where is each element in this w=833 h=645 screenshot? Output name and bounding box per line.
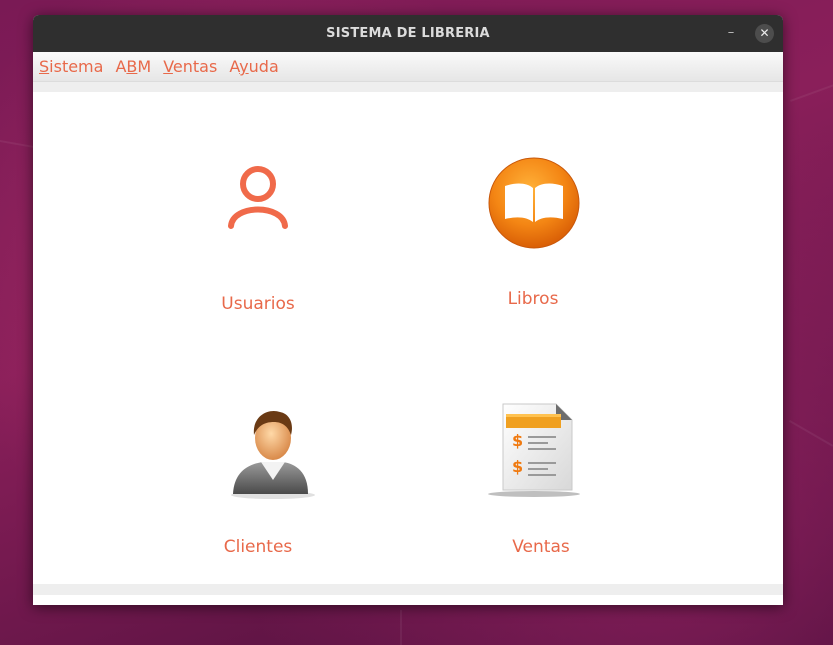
title-bar[interactable]: SISTEMA DE LIBRERIA – ✕ — [33, 15, 783, 52]
toolbar-spacer — [33, 82, 783, 92]
ventas-label: Ventas — [512, 537, 570, 557]
menu-bar: Sistema ABM Ventas Ayuda — [33, 52, 783, 82]
ventas-button[interactable]: $ $ Ventas — [481, 402, 601, 572]
invoice-icon: $ $ — [486, 402, 582, 498]
usuarios-button[interactable]: Usuarios — [193, 162, 323, 337]
menu-abm[interactable]: ABM — [115, 57, 151, 76]
menu-ventas[interactable]: Ventas — [163, 57, 217, 76]
menu-sistema[interactable]: Sistema — [39, 57, 103, 76]
person-avatar-icon — [228, 402, 318, 502]
user-outline-icon — [224, 162, 294, 237]
svg-text:$: $ — [512, 457, 523, 476]
app-window: SISTEMA DE LIBRERIA – ✕ Sistema ABM Vent… — [33, 15, 783, 605]
book-icon — [487, 156, 581, 250]
main-panel: Usuarios Libros Clientes $ $ Ventas — [33, 92, 783, 595]
usuarios-label: Usuarios — [221, 294, 295, 314]
window-title: SISTEMA DE LIBRERIA — [326, 26, 490, 41]
svg-text:$: $ — [512, 431, 523, 450]
minimize-button[interactable]: – — [723, 25, 739, 41]
libros-button[interactable]: Libros — [473, 156, 593, 331]
close-button[interactable]: ✕ — [755, 24, 774, 43]
clientes-button[interactable]: Clientes — [193, 402, 323, 572]
clientes-label: Clientes — [223, 537, 293, 557]
status-strip — [33, 584, 783, 595]
libros-label: Libros — [507, 289, 559, 309]
menu-ayuda[interactable]: Ayuda — [229, 57, 278, 76]
